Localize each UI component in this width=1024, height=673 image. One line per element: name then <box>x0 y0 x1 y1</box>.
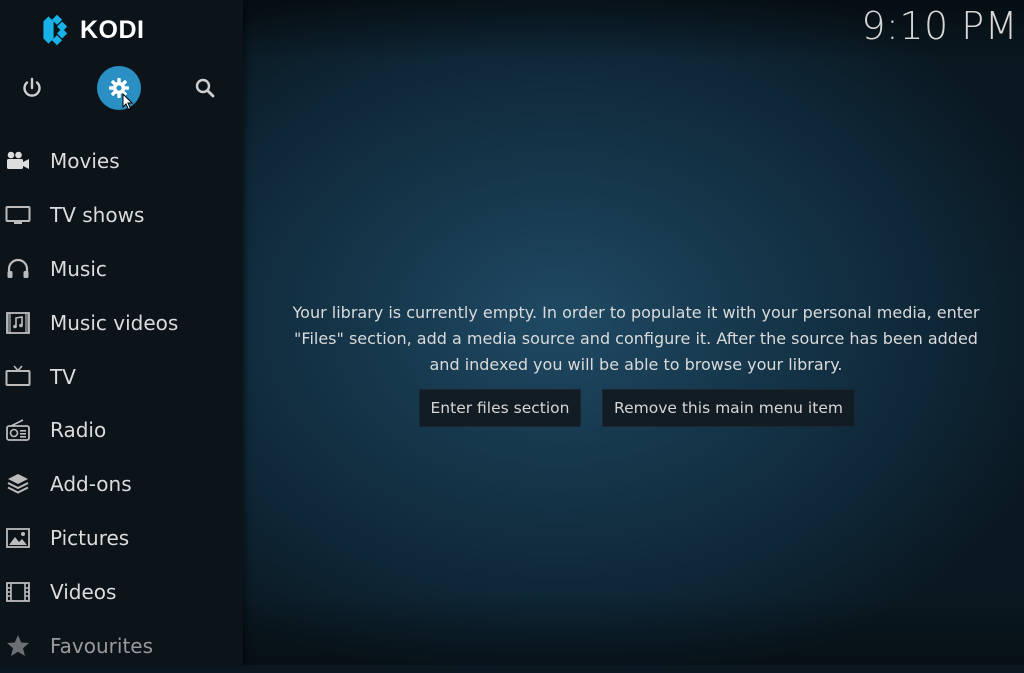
film-music-icon <box>4 309 32 337</box>
menu-item-label: Radio <box>50 418 107 442</box>
menu-item-label: TV shows <box>50 203 145 227</box>
star-icon <box>4 632 32 660</box>
menu-item-label: Movies <box>50 149 120 173</box>
message-line: Your library is currently empty. In orde… <box>292 303 980 322</box>
menu-item-music[interactable]: Music <box>0 242 243 296</box>
mouse-cursor-icon <box>122 93 134 111</box>
menu-item-videos[interactable]: Videos <box>0 565 243 619</box>
menu-item-label: TV <box>50 365 76 389</box>
sidebar: KODI Movies TV shows Music Music videos … <box>0 0 243 665</box>
menu-item-radio[interactable]: Radio <box>0 403 243 457</box>
bottom-fade <box>243 595 1024 665</box>
menu-item-movies[interactable]: Movies <box>0 134 243 188</box>
menu-item-tv[interactable]: TV <box>0 350 243 404</box>
settings-button[interactable] <box>97 66 141 110</box>
message-line: and indexed you will be able to browse y… <box>429 355 843 374</box>
filmstrip-icon <box>4 578 32 606</box>
search-icon <box>195 78 215 98</box>
remove-main-menu-item-button[interactable]: Remove this main menu item <box>602 389 855 427</box>
menu-item-label: Videos <box>50 580 117 604</box>
power-icon <box>23 77 41 97</box>
movie-camera-icon <box>4 147 32 175</box>
monitor-icon <box>4 201 32 229</box>
menu-item-label: Add-ons <box>50 472 132 496</box>
empty-library-message: Your library is currently empty. In orde… <box>262 300 1010 378</box>
kodi-logo-icon <box>43 14 68 46</box>
enter-files-section-button[interactable]: Enter files section <box>419 389 581 427</box>
radio-icon <box>4 416 32 444</box>
kodi-logo: KODI <box>40 12 145 48</box>
search-button[interactable] <box>183 66 227 110</box>
menu-item-music-videos[interactable]: Music videos <box>0 296 243 350</box>
logo-text: KODI <box>80 15 145 44</box>
menu-item-pictures[interactable]: Pictures <box>0 511 243 565</box>
headphones-icon <box>4 255 32 283</box>
message-line: "Files" section, add a media source and … <box>294 329 978 348</box>
picture-icon <box>4 524 32 552</box>
box-icon <box>4 470 32 498</box>
clock: 9:10 PM <box>861 4 1018 48</box>
menu-item-add-ons[interactable]: Add-ons <box>0 457 243 511</box>
power-button[interactable] <box>10 66 54 110</box>
menu-item-label: Music <box>50 257 107 281</box>
menu-item-label: Favourites <box>50 634 154 658</box>
menu-item-label: Pictures <box>50 526 130 550</box>
tv-icon <box>4 363 32 391</box>
menu-item-label: Music videos <box>50 311 179 335</box>
menu-item-tv-shows[interactable]: TV shows <box>0 188 243 242</box>
